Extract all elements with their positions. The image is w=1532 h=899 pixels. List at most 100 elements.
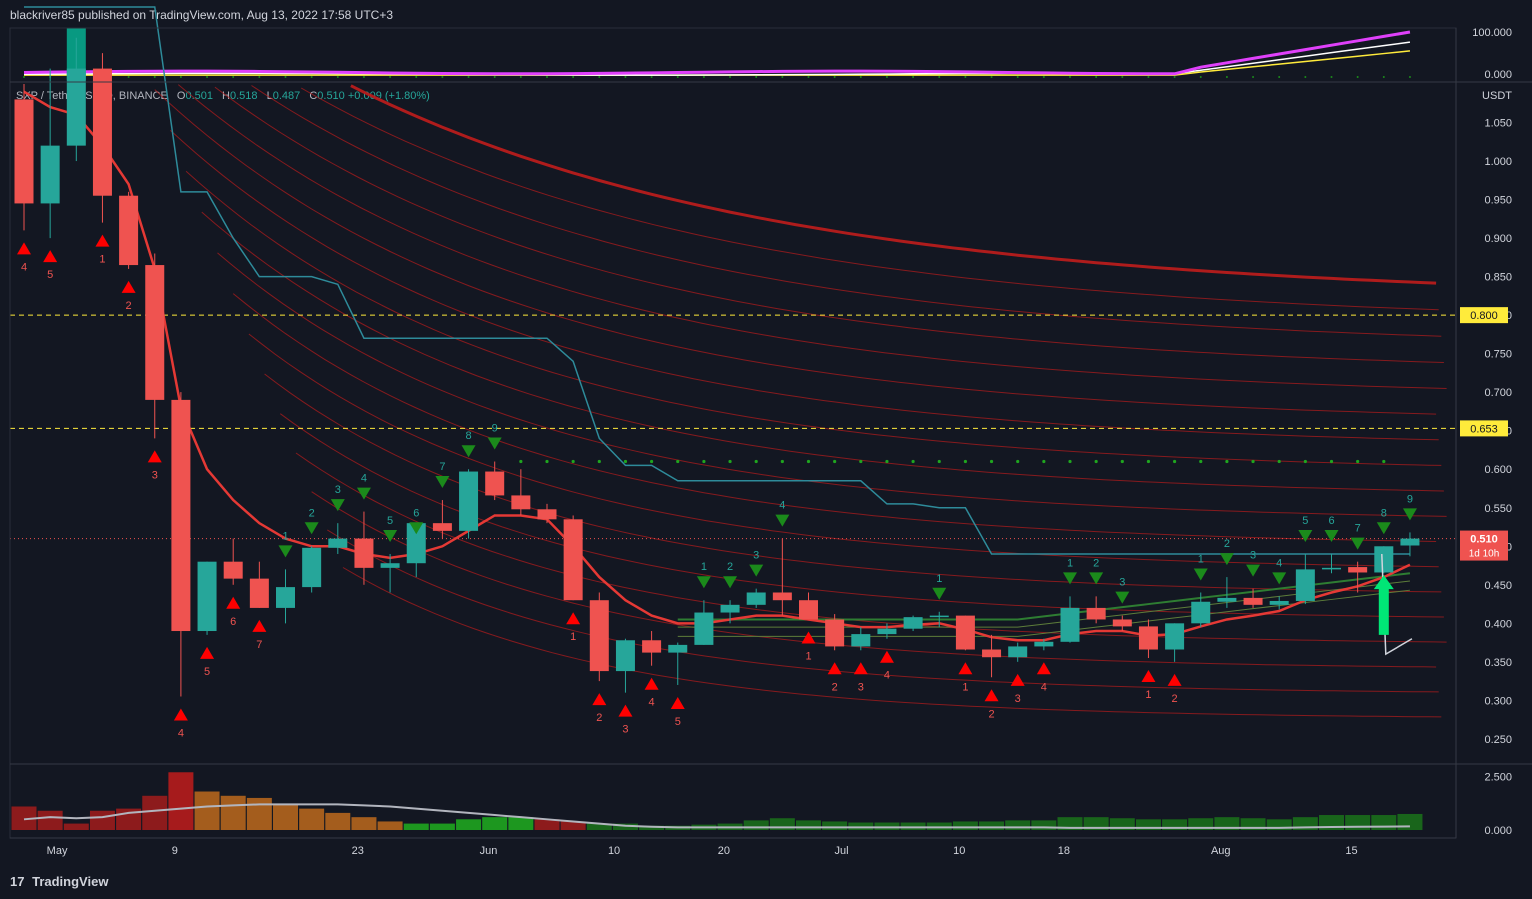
candle	[982, 634, 1002, 678]
candle	[903, 615, 923, 632]
candle	[1400, 532, 1420, 557]
sell-signal-count: 1	[962, 681, 968, 693]
sell-signal-arrow	[1167, 673, 1182, 686]
signal-dot	[1356, 459, 1360, 464]
buy-signal-count: 6	[1328, 515, 1334, 527]
volume-bar	[37, 810, 63, 830]
oscillator-zero-dot	[284, 76, 287, 78]
ma-fan-line	[280, 413, 1444, 618]
volume-bar	[325, 812, 351, 830]
buy-signal-count: 1	[1067, 557, 1073, 569]
oscillator-zero-dot	[127, 76, 130, 78]
buy-signal-count: 1	[701, 561, 707, 573]
ma-fan-line	[248, 333, 1439, 568]
oscillator-zero-dot	[336, 76, 339, 78]
oscillator-zero-dot	[1095, 76, 1098, 78]
buy-signal-count: 8	[465, 430, 471, 442]
oscillator-line-magenta	[23, 30, 1411, 76]
oscillator-zero-dot	[362, 76, 365, 78]
candle	[1112, 615, 1132, 632]
candle	[40, 68, 60, 239]
signal-dot	[859, 459, 863, 464]
volume-bar	[63, 823, 89, 830]
candle-body	[145, 265, 165, 400]
buy-signal-count: 4	[1276, 557, 1282, 569]
candle-body	[223, 561, 243, 579]
candle-body	[799, 600, 818, 620]
signal-dot	[702, 459, 706, 464]
candle-body	[668, 644, 688, 653]
chart-frame	[9, 27, 1457, 839]
ma-fan-line	[170, 130, 1439, 441]
price-tick: 0.950	[1484, 195, 1512, 207]
oscillator-zero-dot	[441, 76, 444, 78]
volume-bar	[1397, 813, 1423, 830]
candle	[459, 469, 479, 539]
buy-signal-arrow	[1272, 572, 1287, 585]
candle	[92, 53, 112, 223]
tradingview-brand[interactable]: 17 TradingView	[10, 874, 108, 889]
candle-body	[92, 68, 112, 196]
candle	[354, 511, 374, 585]
price-tick: 0.550	[1484, 503, 1512, 515]
candle	[825, 614, 845, 651]
sell-signal-arrow	[618, 704, 633, 717]
volume-bar	[874, 822, 900, 830]
volume-bar	[246, 797, 272, 830]
candle-body	[354, 538, 374, 568]
buy-signal-arrow	[775, 514, 790, 527]
oscillator-zero-dot	[1278, 76, 1281, 78]
oscillator-zero-dot	[23, 76, 25, 78]
sell-signal-arrow	[670, 696, 685, 709]
buy-signal-arrow	[278, 545, 293, 558]
signal-dot	[1225, 459, 1229, 464]
sell-signal-arrow	[644, 677, 659, 690]
signal-dot	[1329, 459, 1334, 464]
main-price-pane: 4 5 1 2 3 4 5 6 7 1 2 3 4 5 6 7 8 9 1 2 3 4 5 1 2 3 4 1 2 3 4 1 1 2 3 4 1 2 3 1…	[10, 6, 1456, 740]
sell-signal-arrow	[853, 662, 868, 675]
volume-bar	[1371, 815, 1397, 830]
candle-body	[171, 399, 191, 632]
candle-body	[589, 600, 609, 672]
candle-body	[66, 68, 86, 146]
oscillator-zero-dot	[1121, 76, 1124, 78]
time-tick: May	[47, 845, 68, 857]
candle-body	[694, 612, 714, 645]
candle-body	[825, 619, 845, 647]
volume-bar	[142, 795, 168, 830]
volume-bar	[979, 821, 1005, 830]
candle-body	[249, 578, 269, 608]
sell-signal-arrow	[226, 596, 241, 609]
candle	[642, 631, 662, 666]
time-tick: 10	[608, 845, 620, 857]
oscillator-zero-dot	[729, 76, 732, 78]
candle	[615, 638, 635, 693]
price-chart[interactable]: 451234567123456789123451 23412 34112341 231…	[0, 0, 1532, 899]
candle-body	[197, 561, 217, 632]
candle-body	[380, 563, 400, 568]
sell-signal-count: 1	[99, 254, 105, 266]
ma-fan-line	[154, 89, 1437, 415]
buy-signal-count: 5	[387, 515, 393, 527]
price-tick: 0.750	[1484, 349, 1512, 361]
sell-signal-arrow	[147, 450, 162, 463]
current-price-label: 0.510	[1470, 534, 1498, 546]
oscillator-zero-dot	[1356, 76, 1359, 78]
buy-signal-arrow	[1246, 564, 1261, 577]
signal-dot	[806, 459, 811, 464]
ma-fan-line	[177, 84, 1447, 389]
oscillator-zero-dot	[885, 76, 888, 78]
buy-signal-arrow	[461, 445, 476, 458]
candle	[694, 600, 714, 645]
baseline-line	[24, 6, 1410, 555]
sell-signal-arrow	[1036, 662, 1051, 675]
sell-signal-count: 2	[126, 300, 132, 312]
signal-dot	[1251, 459, 1255, 464]
sell-signal-arrow	[958, 662, 973, 675]
volume-bar	[900, 822, 926, 830]
oscillator-zero-dot	[598, 76, 601, 78]
candle-body	[1217, 597, 1237, 602]
sell-signal-arrow	[1010, 673, 1025, 686]
signal-dot	[989, 459, 994, 464]
signal-dot	[911, 459, 915, 464]
